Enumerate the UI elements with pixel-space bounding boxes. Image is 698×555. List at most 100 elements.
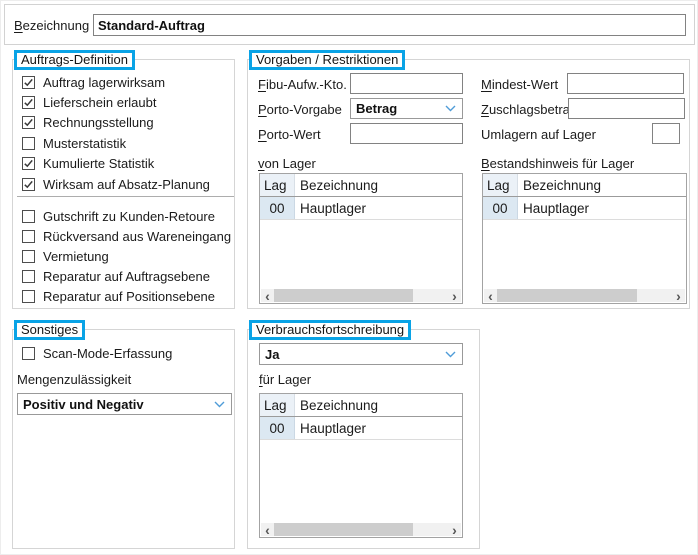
checkbox[interactable] [22,290,35,303]
scrollbar-track[interactable] [274,289,448,302]
porto-vorgabe-value: Betrag [356,101,397,116]
fuer-lager-label: für Lager [259,372,311,387]
checkbox[interactable] [22,116,35,129]
checkbox-row-reparatur-auf-positionsebene[interactable]: Reparatur auf Positionsebene [22,288,215,306]
checkmark-icon [23,97,34,108]
checkbox-row-reparatur-auf-auftragsebene[interactable]: Reparatur auf Auftragsebene [22,268,210,286]
chevron-down-icon [445,351,456,358]
checkbox-row-lieferschein-erlaubt[interactable]: Lieferschein erlaubt [22,93,156,111]
checkbox[interactable] [22,347,35,360]
chevron-down-icon [214,401,225,408]
scrollbar-track[interactable] [274,523,448,536]
checkbox-label: Auftrag lagerwirksam [43,75,165,90]
checkbox[interactable] [22,96,35,109]
umlagern-auf-lager-label: Umlagern auf Lager [481,127,596,142]
scrollbar-track[interactable] [497,289,672,302]
fuer-lager-table: LagBezeichnung00Hauptlager‹› [259,393,463,538]
zuschlagsbetrag-input[interactable] [568,98,685,119]
checkmark-icon [23,77,34,88]
checkbox-row-vermietung[interactable]: Vermietung [22,247,109,265]
mengenzulaessigkeit-dropdown[interactable]: Positiv und Negativ [17,393,232,415]
mindest-wert-input[interactable] [567,73,684,94]
umlagern-auf-lager-input[interactable] [652,123,680,144]
separator-line [17,196,234,197]
scroll-left-arrow-icon[interactable]: ‹ [261,290,274,302]
horizontal-scrollbar[interactable]: ‹› [484,289,685,302]
checkbox[interactable] [22,210,35,223]
scroll-left-arrow-icon[interactable]: ‹ [484,290,497,302]
column-header-bezeichnung[interactable]: Bezeichnung [518,174,686,196]
checkbox-label: Musterstatistik [43,136,126,151]
bezeichnung-label: Bezeichnung [14,18,89,33]
fibu-aufw-kto-label: Fibu-Aufw.-Kto. [258,77,347,92]
table-row[interactable]: 00Hauptlager [483,197,686,220]
group-title-vorgaben-restriktionen: Vorgaben / Restriktionen [249,50,405,70]
bezeichnung-panel: Bezeichnung [4,4,695,45]
checkbox-label: Rechnungsstellung [43,115,154,130]
checkmark-icon [23,158,34,169]
table-empty-area [260,440,462,523]
cell-bezeichnung: Hauptlager [518,197,686,219]
scrollbar-thumb[interactable] [274,523,413,536]
column-header-bezeichnung[interactable]: Bezeichnung [295,174,462,196]
scrollbar-thumb[interactable] [497,289,637,302]
checkbox-row-kumulierte-statistik[interactable]: Kumulierte Statistik [22,155,154,173]
table-header-row: LagBezeichnung [260,174,462,197]
checkbox[interactable] [22,178,35,191]
checkbox-row-wirksam-auf-absatz-planung[interactable]: Wirksam auf Absatz-Planung [22,175,210,193]
verbrauchsfortschreibung-dropdown[interactable]: Ja [259,343,463,365]
checkbox[interactable] [22,270,35,283]
checkbox-label: Reparatur auf Positionsebene [43,289,215,304]
scroll-right-arrow-icon[interactable]: › [672,290,685,302]
scroll-right-arrow-icon[interactable]: › [448,524,461,536]
table-header-row: LagBezeichnung [260,394,462,417]
checkbox-row-scan-mode-erfassung[interactable]: Scan-Mode-Erfassung [22,344,172,362]
checkbox-label: Lieferschein erlaubt [43,95,156,110]
checkmark-icon [23,179,34,190]
checkbox[interactable] [22,230,35,243]
fibu-aufw-kto-input[interactable] [350,73,463,94]
order-type-settings-form: Bezeichnung Auftrags-Definition Auftrag … [0,0,698,555]
auftrags-definition-group: Auftrag lagerwirksam Lieferschein erlaubt… [12,59,235,309]
column-header-bezeichnung[interactable]: Bezeichnung [295,394,462,416]
checkmark-icon [23,117,34,128]
checkbox[interactable] [22,157,35,170]
bezeichnung-input[interactable] [93,14,686,36]
scroll-right-arrow-icon[interactable]: › [448,290,461,302]
mengenzulaessigkeit-value: Positiv und Negativ [23,397,144,412]
porto-wert-input[interactable] [350,123,463,144]
cell-bezeichnung: Hauptlager [295,417,462,439]
table-row[interactable]: 00Hauptlager [260,197,462,220]
porto-vorgabe-label: Porto-Vorgabe [258,102,342,117]
column-header-lag[interactable]: Lag [483,174,518,196]
scroll-left-arrow-icon[interactable]: ‹ [261,524,274,536]
bestandshinweis-table: LagBezeichnung00Hauptlager‹› [482,173,687,304]
checkbox[interactable] [22,76,35,89]
horizontal-scrollbar[interactable]: ‹› [261,289,461,302]
group-title-sonstiges: Sonstiges [14,320,85,340]
cell-lag: 00 [483,197,518,219]
checkbox[interactable] [22,137,35,150]
group-title-verbrauchsfortschreibung: Verbrauchsfortschreibung [249,320,411,340]
porto-wert-label: Porto-Wert [258,127,321,142]
column-header-lag[interactable]: Lag [260,394,295,416]
scrollbar-thumb[interactable] [274,289,413,302]
checkbox-label: Reparatur auf Auftragsebene [43,269,210,284]
checkbox-label: Kumulierte Statistik [43,156,154,171]
sonstiges-group: Scan-Mode-Erfassung [12,329,235,549]
mindest-wert-label: Mindest-Wert [481,77,558,92]
checkbox-row-musterstatistik[interactable]: Musterstatistik [22,134,126,152]
checkbox-row-gutschrift-zu-kunden-retoure[interactable]: Gutschrift zu Kunden-Retoure [22,207,215,225]
table-row[interactable]: 00Hauptlager [260,417,462,440]
table-empty-area [260,220,462,289]
bestandshinweis-label: Bestandshinweis für Lager [481,156,634,171]
checkbox-row-auftrag-lagerwirksam[interactable]: Auftrag lagerwirksam [22,73,165,91]
checkbox[interactable] [22,250,35,263]
column-header-lag[interactable]: Lag [260,174,295,196]
checkbox-row-rechnungsstellung[interactable]: Rechnungsstellung [22,114,154,132]
horizontal-scrollbar[interactable]: ‹› [261,523,461,536]
von-lager-table: LagBezeichnung00Hauptlager‹› [259,173,463,304]
checkbox-row-r-ckversand-aus-wareneingang[interactable]: Rückversand aus Wareneingang [22,227,231,245]
cell-lag: 00 [260,417,295,439]
porto-vorgabe-dropdown[interactable]: Betrag [350,98,463,119]
